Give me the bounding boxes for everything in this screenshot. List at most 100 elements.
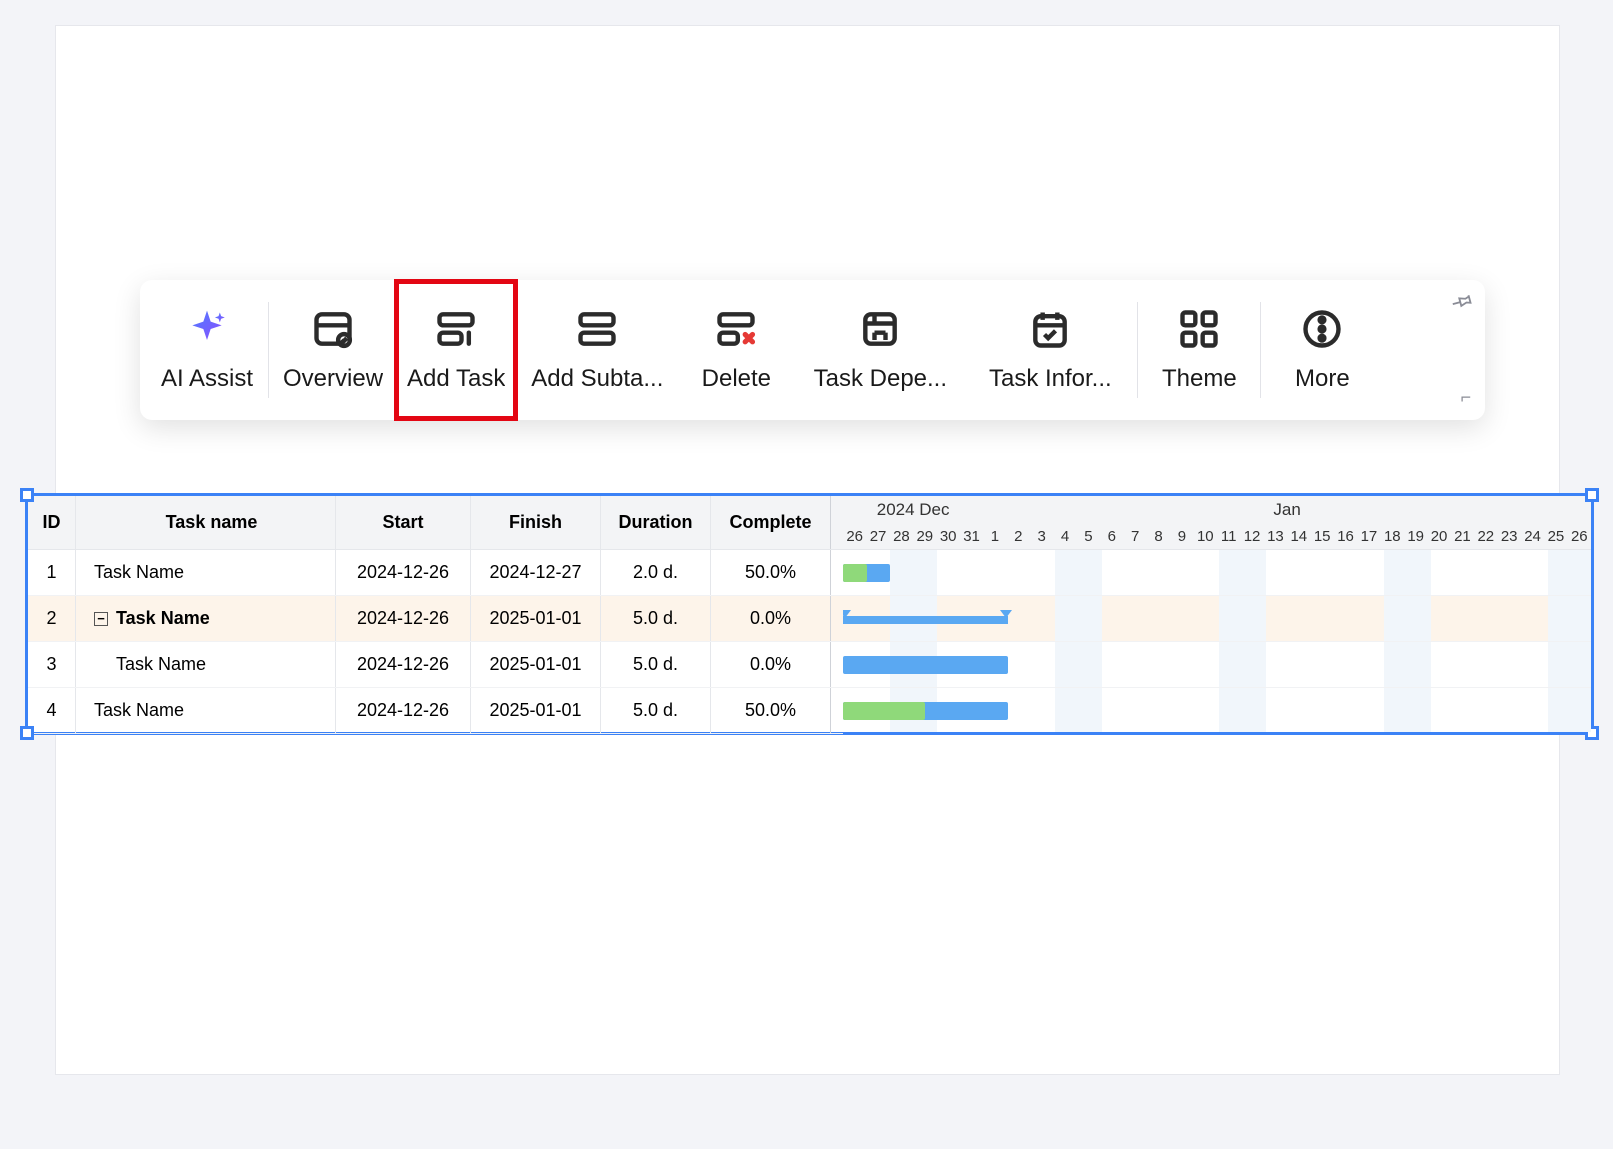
cell-duration[interactable]: 5.0 d. [601, 688, 711, 733]
col-header-finish[interactable]: Finish [471, 496, 601, 549]
add-task-button[interactable]: Add Task [395, 280, 517, 420]
summary-bar[interactable] [843, 616, 1008, 624]
cell-duration[interactable]: 5.0 d. [601, 596, 711, 641]
gantt-grid: ID Task name Start Finish Duration Compl… [28, 496, 843, 732]
timeline-day-label: 15 [1311, 523, 1334, 550]
cell-start[interactable]: 2024-12-26 [336, 596, 471, 641]
cell-complete[interactable]: 50.0% [711, 550, 831, 595]
timeline-day-label: 20 [1427, 523, 1450, 550]
pin-button[interactable] [1451, 290, 1473, 317]
weekend-shade [1243, 550, 1267, 595]
context-toolbar: AI Assist Overview Add Task Add Subta...… [140, 280, 1485, 420]
resize-handle-bl[interactable] [20, 726, 34, 740]
cell-finish[interactable]: 2024-12-27 [471, 550, 601, 595]
col-header-complete[interactable]: Complete [711, 496, 831, 549]
resize-handle-tr[interactable] [1585, 488, 1599, 502]
resize-handle-tl[interactable] [20, 488, 34, 502]
weekend-shade [1078, 688, 1102, 732]
weekend-shade [1548, 688, 1572, 732]
col-header-start[interactable]: Start [336, 496, 471, 549]
cell-finish[interactable]: 2025-01-01 [471, 642, 601, 687]
weekend-shade [1572, 550, 1592, 595]
timeline-day-label: 12 [1240, 523, 1263, 550]
timeline-header: 2024 DecJan 2627282930311234567891011121… [843, 496, 1591, 550]
weekend-shade [1572, 688, 1592, 732]
timeline-row[interactable] [843, 642, 1591, 688]
timeline-day-label: 10 [1194, 523, 1217, 550]
task-progress-bar [843, 702, 925, 720]
cell-start[interactable]: 2024-12-26 [336, 688, 471, 733]
timeline-day-label: 7 [1124, 523, 1147, 550]
cell-duration[interactable]: 5.0 d. [601, 642, 711, 687]
weekend-shade [1243, 642, 1267, 687]
table-row[interactable]: 3Task Name2024-12-262025-01-015.0 d.0.0% [28, 642, 843, 688]
sparkle-icon [185, 307, 229, 351]
cell-complete[interactable]: 50.0% [711, 688, 831, 733]
timeline-day-label: 18 [1381, 523, 1404, 550]
pin-icon [1451, 290, 1473, 312]
collapse-toggle[interactable]: − [94, 612, 108, 626]
task-name-cell: Task Name [116, 608, 210, 629]
timeline-day-label: 30 [937, 523, 960, 550]
dependency-icon [858, 307, 902, 351]
weekend-shade [1384, 642, 1408, 687]
task-dependency-button[interactable]: Task Depe... [795, 280, 965, 420]
cell-finish[interactable]: 2025-01-01 [471, 596, 601, 641]
weekend-shade [1407, 642, 1431, 687]
delete-label: Delete [702, 365, 771, 393]
weekend-shade [1055, 550, 1079, 595]
timeline-row[interactable] [843, 596, 1591, 642]
cell-id: 3 [28, 642, 76, 687]
gantt-chart-object[interactable]: ID Task name Start Finish Duration Compl… [25, 493, 1594, 735]
cell-name[interactable]: Task Name [76, 642, 336, 687]
weekend-shade [1407, 596, 1431, 641]
cell-name[interactable]: −Task Name [76, 596, 336, 641]
more-label: More [1295, 365, 1350, 393]
cell-start[interactable]: 2024-12-26 [336, 642, 471, 687]
col-header-duration[interactable]: Duration [601, 496, 711, 549]
table-row[interactable]: 1Task Name2024-12-262024-12-272.0 d.50.0… [28, 550, 843, 596]
cell-complete[interactable]: 0.0% [711, 642, 831, 687]
timeline-day-label: 23 [1498, 523, 1521, 550]
cell-name[interactable]: Task Name [76, 550, 336, 595]
toolbar-separator [1137, 302, 1138, 398]
task-progress-bar [843, 564, 867, 582]
add-subtask-button[interactable]: Add Subta... [517, 280, 677, 420]
task-name-cell: Task Name [94, 562, 184, 583]
timeline-day-label: 27 [866, 523, 889, 550]
cell-complete[interactable]: 0.0% [711, 596, 831, 641]
task-info-button[interactable]: Task Infor... [965, 280, 1135, 420]
weekend-shade [1219, 550, 1243, 595]
cell-id: 4 [28, 688, 76, 733]
weekend-shade [1219, 688, 1243, 732]
cell-start[interactable]: 2024-12-26 [336, 550, 471, 595]
timeline-month-label: 2024 Dec [843, 496, 983, 523]
weekend-shade [914, 550, 938, 595]
overview-button[interactable]: Overview [271, 280, 395, 420]
delete-button[interactable]: Delete [677, 280, 795, 420]
task-bar[interactable] [843, 656, 1008, 674]
table-row[interactable]: 4Task Name2024-12-262025-01-015.0 d.50.0… [28, 688, 843, 734]
col-header-id[interactable]: ID [28, 496, 76, 549]
table-row[interactable]: 2−Task Name2024-12-262025-01-015.0 d.0.0… [28, 596, 843, 642]
timeline-day-label: 8 [1147, 523, 1170, 550]
ai-assist-button[interactable]: AI Assist [148, 280, 266, 420]
cell-finish[interactable]: 2025-01-01 [471, 688, 601, 733]
ai-assist-label: AI Assist [161, 365, 253, 393]
timeline-day-label: 17 [1357, 523, 1380, 550]
cell-name[interactable]: Task Name [76, 688, 336, 733]
weekend-shade [1078, 596, 1102, 641]
timeline-row[interactable] [843, 550, 1591, 596]
theme-icon [1177, 307, 1221, 351]
timeline-row[interactable] [843, 688, 1591, 732]
overview-icon [311, 307, 355, 351]
task-dependency-label: Task Depe... [814, 365, 947, 393]
theme-button[interactable]: Theme [1140, 280, 1258, 420]
cell-id: 2 [28, 596, 76, 641]
toolbar-separator [1260, 302, 1261, 398]
weekend-shade [1384, 688, 1408, 732]
cell-duration[interactable]: 2.0 d. [601, 550, 711, 595]
weekend-shade [1572, 596, 1592, 641]
col-header-name[interactable]: Task name [76, 496, 336, 549]
more-button[interactable]: More [1263, 280, 1381, 420]
